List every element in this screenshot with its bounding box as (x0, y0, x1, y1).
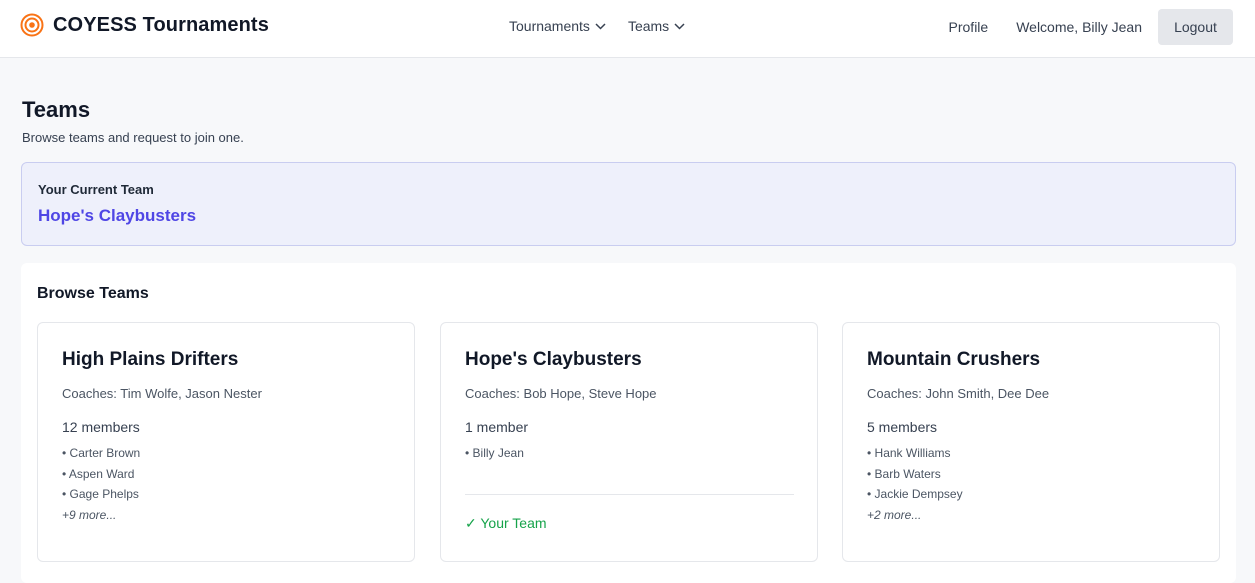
nav-tournaments-label: Tournaments (509, 18, 590, 34)
more-members-text: +2 more... (867, 507, 922, 522)
team-name: Hope's Claybusters (465, 349, 642, 370)
member-list-item: • Aspen Ward (62, 466, 135, 481)
nav-teams-label: Teams (627, 18, 670, 34)
card-divider (465, 494, 794, 495)
brand[interactable]: COYESS Tournaments (20, 13, 269, 37)
member-list-item: • Gage Phelps (62, 487, 139, 501)
chevron-down-icon (595, 22, 606, 30)
nav-tournaments-dropdown[interactable]: Tournaments (509, 18, 606, 34)
browse-teams-title: Browse Teams (37, 285, 149, 302)
member-list: • Hank Williams • Barb Waters • Jackie D… (867, 443, 963, 525)
team-member-count: 12 members (62, 419, 140, 435)
team-card[interactable]: Mountain Crushers Coaches: John Smith, D… (842, 322, 1220, 562)
team-coaches: Coaches: Tim Wolfe, Jason Nester (62, 386, 262, 401)
page-title: Teams (22, 97, 91, 122)
team-member-count: 1 member (465, 419, 529, 435)
member-list-item: • Barb Waters (867, 466, 941, 481)
team-coaches: Coaches: Bob Hope, Steve Hope (465, 386, 657, 401)
target-logo-icon (20, 13, 44, 37)
brand-name: COYESS Tournaments (53, 13, 269, 36)
chevron-down-icon (674, 22, 685, 30)
logout-button[interactable]: Logout (1158, 9, 1233, 45)
member-list-item: • Carter Brown (62, 446, 141, 460)
nav-teams-dropdown[interactable]: Teams (628, 18, 685, 34)
current-team-panel: Your Current Team Hope's Claybusters (21, 162, 1236, 246)
your-team-status: ✓ Your Team (465, 515, 547, 531)
member-list: • Billy Jean (465, 443, 524, 464)
member-list: • Carter Brown • Aspen Ward • Gage Phelp… (62, 443, 140, 525)
user-nav: Profile Welcome, Billy Jean Logout (949, 9, 1233, 45)
profile-link[interactable]: Profile (949, 19, 989, 35)
page-subtitle: Browse teams and request to join one. (22, 130, 244, 145)
team-member-count: 5 members (867, 419, 938, 435)
current-team-name[interactable]: Hope's Claybusters (38, 206, 196, 226)
team-coaches: Coaches: John Smith, Dee Dee (867, 386, 1050, 401)
top-navbar: COYESS Tournaments Tournaments Teams Pro… (0, 0, 1255, 58)
browse-teams-section: Browse Teams High Plains Drifters Coache… (21, 263, 1236, 583)
welcome-text: Welcome, Billy Jean (1016, 19, 1142, 35)
member-list-item: • Billy Jean (465, 446, 524, 460)
member-list-item: • Jackie Dempsey (867, 487, 963, 501)
main-nav: Tournaments Teams (509, 18, 685, 34)
team-name: Mountain Crushers (867, 349, 1041, 370)
more-members-text: +9 more... (62, 507, 117, 522)
team-card[interactable]: Hope's Claybusters Coaches: Bob Hope, St… (440, 322, 818, 562)
current-team-label: Your Current Team (38, 182, 154, 197)
team-name: High Plains Drifters (62, 349, 239, 370)
team-card[interactable]: High Plains Drifters Coaches: Tim Wolfe,… (37, 322, 415, 562)
member-list-item: • Hank Williams (867, 446, 951, 460)
